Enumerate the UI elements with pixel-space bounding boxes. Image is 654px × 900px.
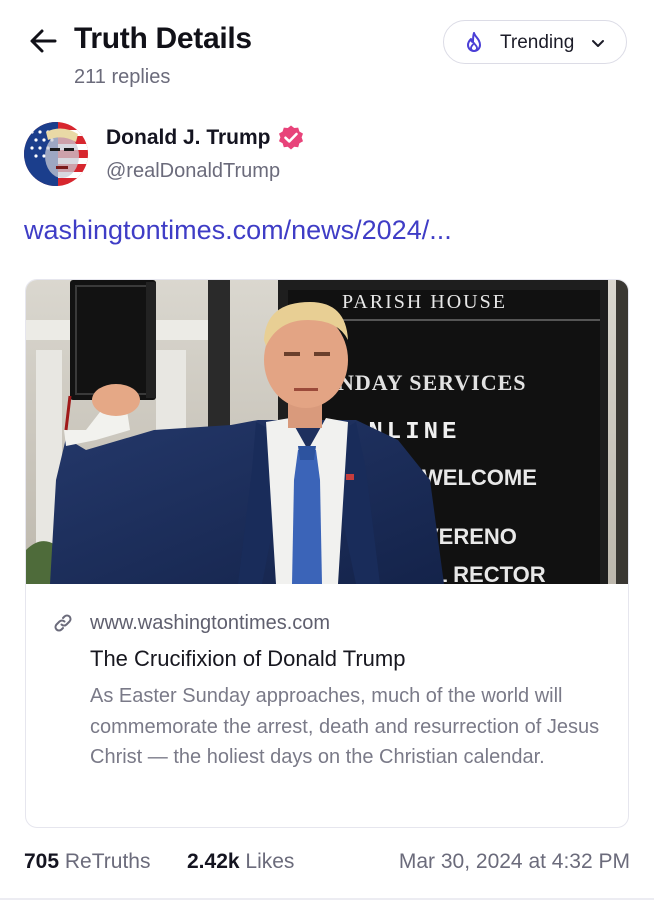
author-handle[interactable]: @realDonaldTrump [106,160,280,183]
card-description: As Easter Sunday approaches, much of the… [90,685,600,768]
sign-line: NDAY SERVICES [338,370,526,395]
verified-badge-icon [279,125,303,150]
post-author: Donald J. Trump @realDonaldTrump [0,118,654,190]
trending-label: Trending [500,32,575,53]
sign-line: L RECTOR [434,562,546,584]
card-domain: www.washingtontimes.com [90,612,331,634]
page-title: Truth Details [74,22,252,55]
link-icon [54,614,72,632]
author-name[interactable]: Donald J. Trump [106,126,271,150]
likes-stat[interactable]: 2.42k Likes [187,850,294,874]
retruths-stat[interactable]: 705 ReTruths [24,850,150,874]
avatar[interactable] [24,122,88,186]
post-link[interactable]: washingtontimes.com/news/2024/... [24,215,452,246]
sign-line: PARISH HOUSE [342,291,507,313]
likes-count: 2.42k [187,850,240,873]
trending-dropdown-button[interactable]: Trending [443,20,627,64]
post-timestamp: Mar 30, 2024 at 4:32 PM [398,850,630,873]
retruths-label: ReTruths [64,850,151,873]
sign-line: WELCOME [422,465,537,490]
retruths-count: 705 [24,850,60,873]
post-stats: 705 ReTruths 2.42k Likes Mar 30, 2024 at… [24,850,630,880]
likes-label: Likes [245,850,295,873]
back-arrow-icon[interactable] [28,26,58,56]
replies-count: 211 replies [74,66,171,88]
chevron-down-icon [592,40,604,47]
page-header: Truth Details 211 replies Trending [0,0,654,100]
card-title[interactable]: The Crucifixion of Donald Trump [90,646,405,672]
article-photo: PARISH HOUSE NDAY SERVICES ONLINE WELCOM… [26,280,628,584]
flame-icon [467,32,481,52]
